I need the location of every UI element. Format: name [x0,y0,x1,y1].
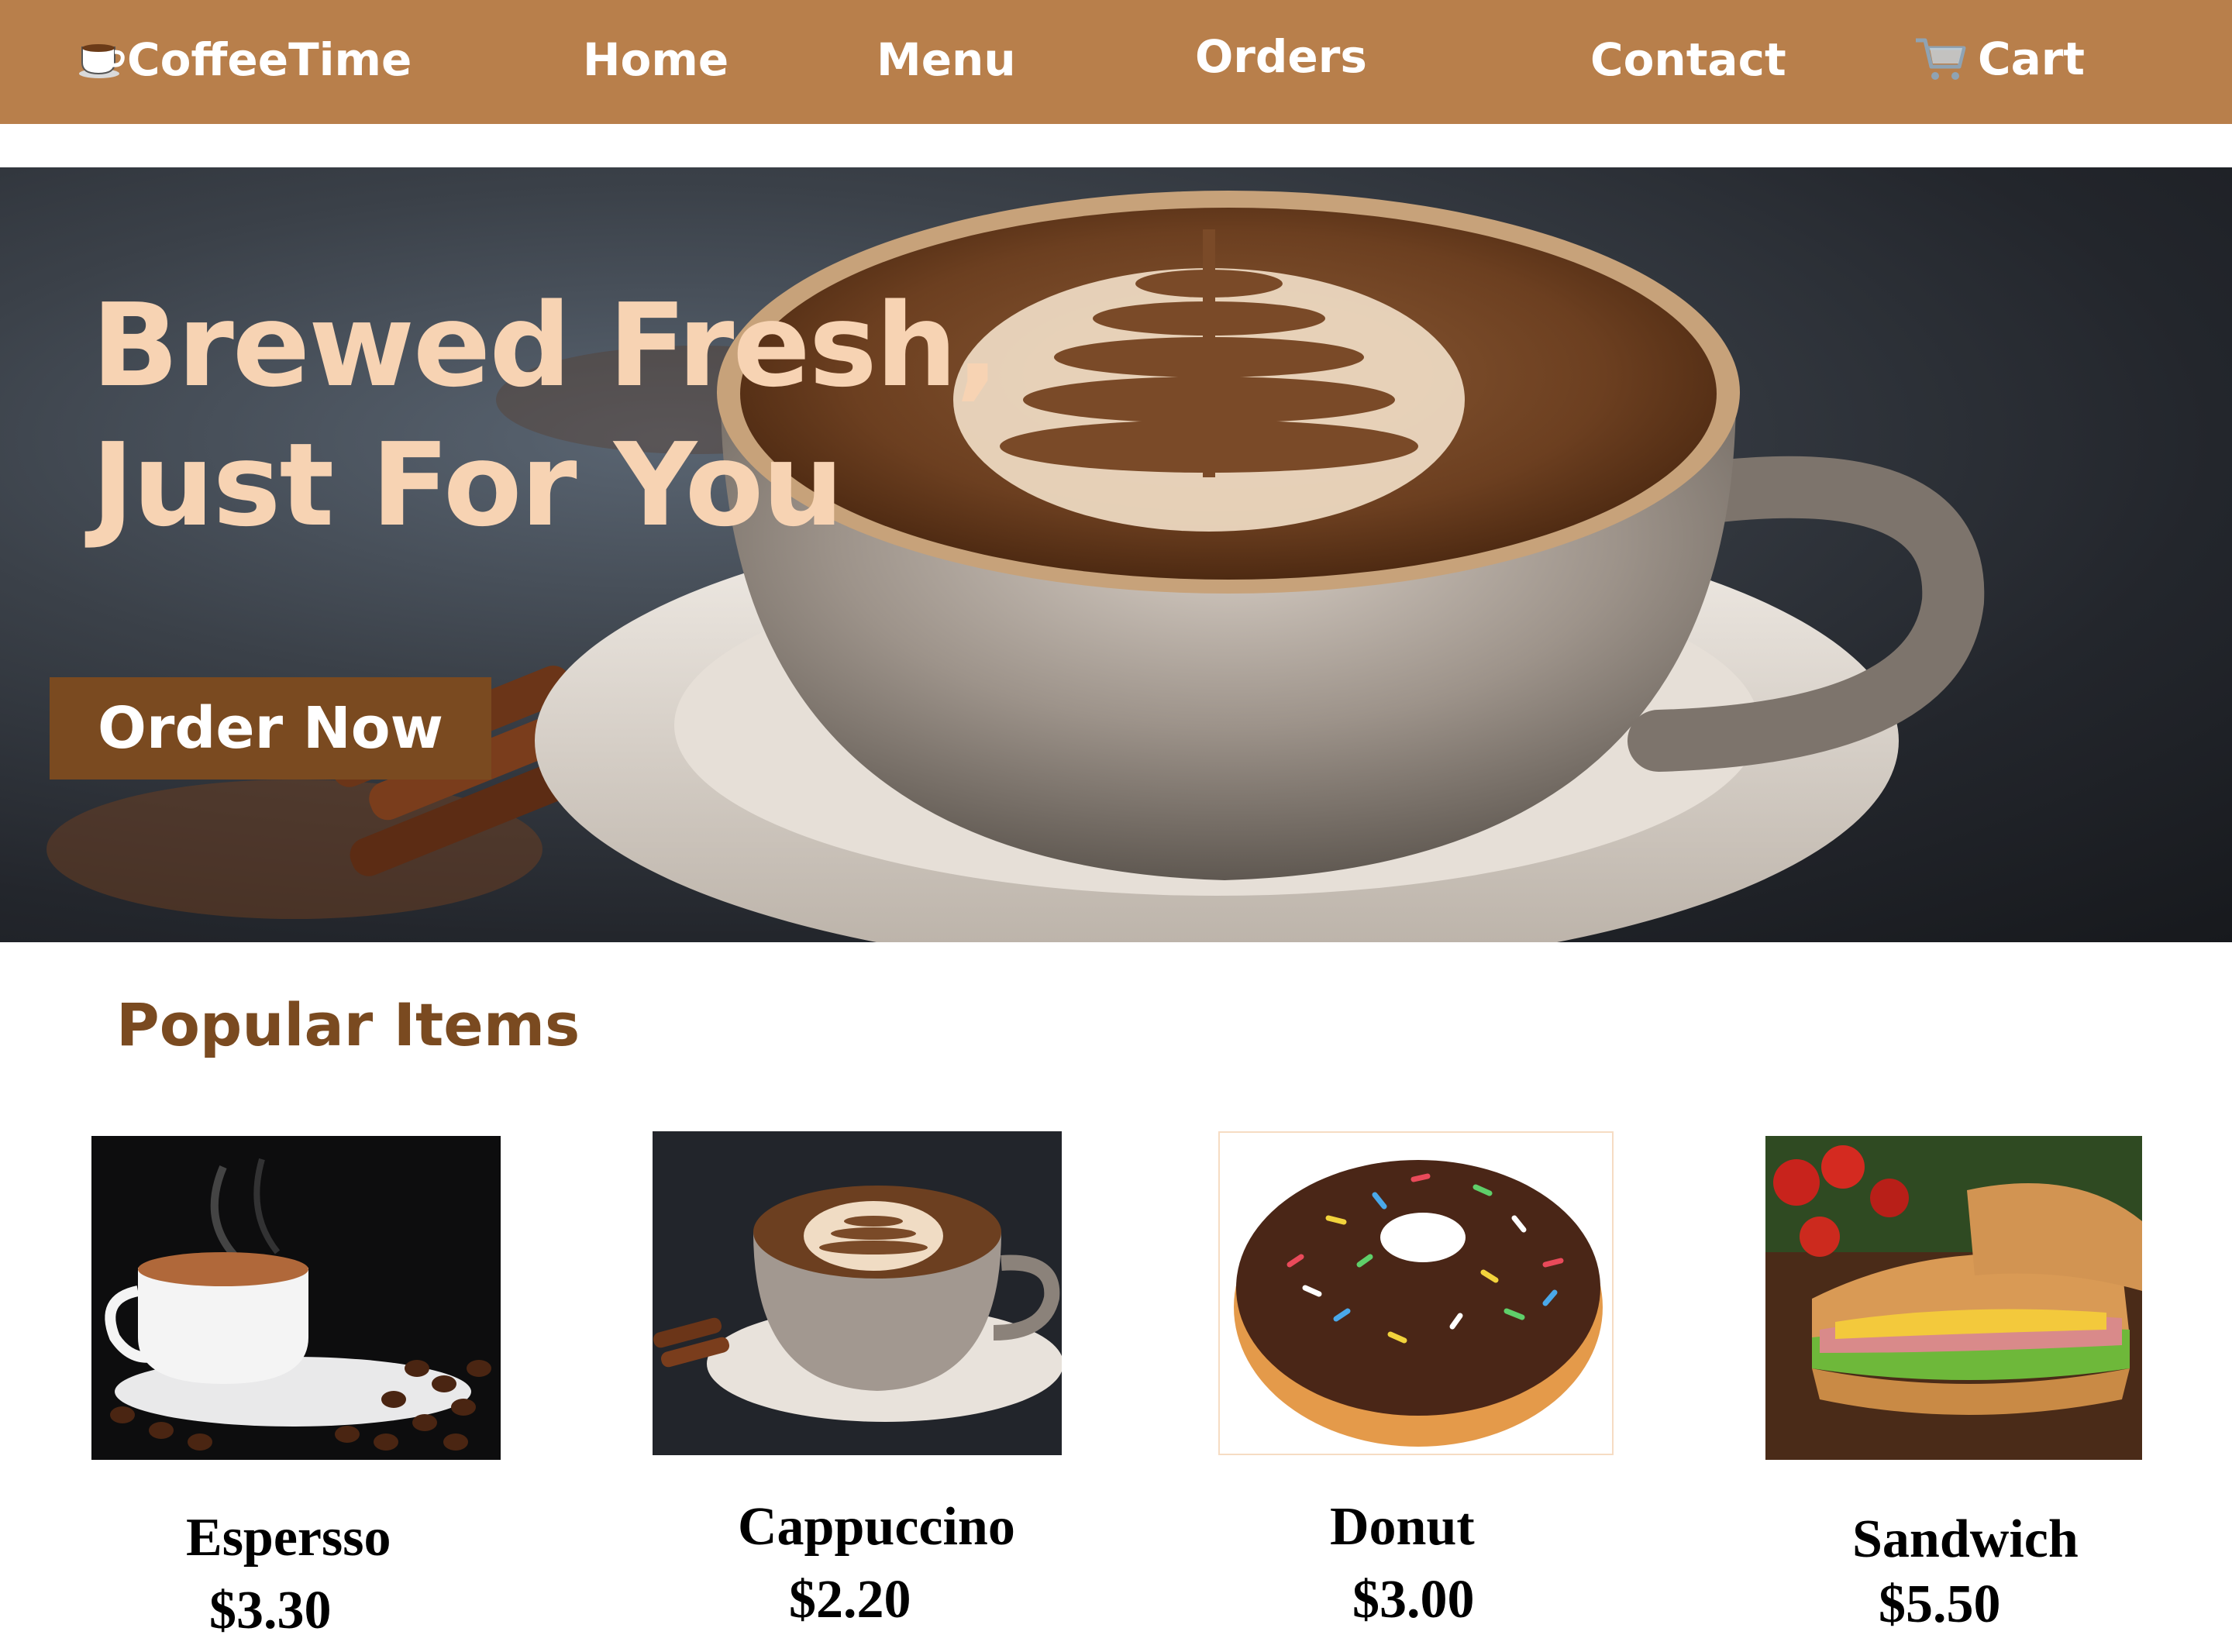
hero-headline: Brewed Fresh, Just For You [91,276,999,555]
cart-label: Cart [1978,33,2086,85]
popular-items-heading: Popular Items [116,990,580,1059]
item-price-sandwich: $5.50 [1879,1575,2001,1634]
hero-banner: Brewed Fresh, Just For You Order Now [0,167,2232,942]
nav-link-contact[interactable]: Contact [1590,37,1786,82]
coffee-cup-icon [78,40,126,80]
item-price-donut: $3.00 [1352,1570,1475,1630]
shopping-cart-icon [1914,36,1967,82]
hero-headline-line2: Just For You [91,418,844,552]
brand-logo-link[interactable]: CoffeeTime [78,37,412,82]
item-name-donut[interactable]: Donut [1330,1500,1475,1554]
cappuccino-image[interactable] [653,1131,1062,1455]
nav-link-orders[interactable]: Orders [1195,34,1367,79]
sandwich-image[interactable] [1765,1136,2142,1460]
nav-link-cart[interactable]: Cart [1914,36,2085,82]
nav-link-home[interactable]: Home [583,37,728,82]
donut-image[interactable] [1218,1131,1614,1455]
order-now-button[interactable]: Order Now [50,677,491,780]
top-navbar: CoffeeTime Home Menu Orders Contact Cart [0,0,2232,124]
nav-link-menu[interactable]: Menu [877,37,1016,82]
brand-name: CoffeeTime [127,33,412,86]
item-name-sandwich[interactable]: Sandwich [1852,1513,2079,1567]
item-name-espresso[interactable]: Espersso [186,1511,391,1565]
hero-headline-line1: Brewed Fresh, [91,279,999,412]
item-name-cappuccino[interactable]: Cappuccino [738,1500,1015,1554]
item-price-cappuccino: $2.20 [789,1570,911,1630]
item-price-espresso: $3.30 [209,1581,332,1640]
espresso-image[interactable] [91,1136,501,1460]
